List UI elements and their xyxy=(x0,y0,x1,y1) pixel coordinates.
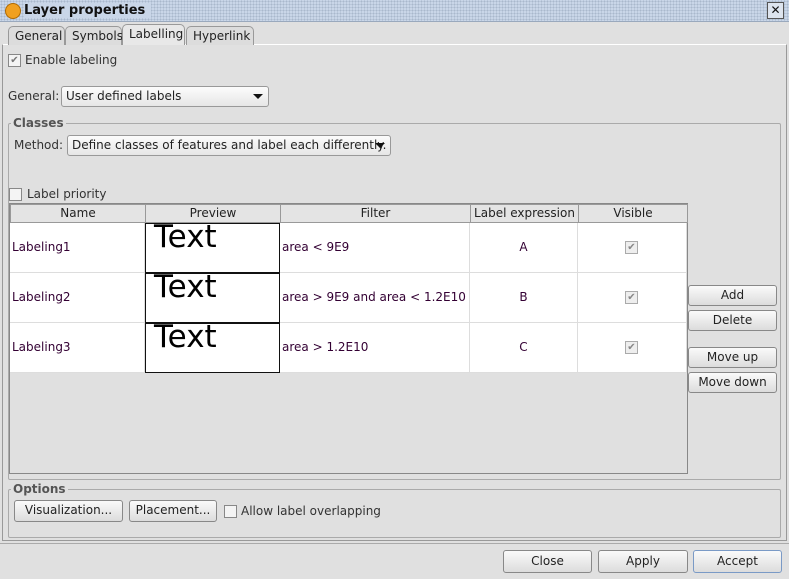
cell-label-expression: B xyxy=(470,273,578,323)
cell-preview[interactable]: Text xyxy=(145,273,280,323)
visible-checkbox[interactable]: ✔ xyxy=(625,241,638,254)
enable-labeling-label: Enable labeling xyxy=(25,53,118,67)
tab-general[interactable]: General xyxy=(8,26,65,45)
method-label: Method: xyxy=(14,138,64,152)
allow-overlap-checkbox[interactable] xyxy=(224,505,237,518)
close-window-button[interactable]: ✕ xyxy=(767,2,784,19)
tab-symbols[interactable]: Symbols xyxy=(65,26,123,45)
accept-button[interactable]: Accept xyxy=(693,550,782,573)
column-header-label-expression[interactable]: Label expression xyxy=(470,204,579,223)
cell-filter: area > 9E9 and area < 1.2E10 xyxy=(280,273,470,323)
close-button[interactable]: Close xyxy=(503,550,592,573)
cell-name: Labeling2 xyxy=(10,273,145,323)
method-select-value: Define classes of features and label eac… xyxy=(72,138,387,152)
label-priority-checkbox[interactable] xyxy=(9,188,22,201)
window-title: Layer properties xyxy=(24,3,152,18)
tab-hyperlink[interactable]: Hyperlink xyxy=(186,26,254,45)
visible-checkbox[interactable]: ✔ xyxy=(625,341,638,354)
cell-label-expression: A xyxy=(470,223,578,273)
general-select-value: User defined labels xyxy=(66,89,182,103)
chevron-down-icon xyxy=(253,94,263,99)
footer-divider xyxy=(0,543,789,544)
tab-labelling[interactable]: Labelling xyxy=(122,24,185,45)
cell-name: Labeling1 xyxy=(10,223,145,273)
cell-filter: area < 9E9 xyxy=(280,223,470,273)
cell-visible: ✔ xyxy=(578,273,687,323)
visible-checkbox[interactable]: ✔ xyxy=(625,291,638,304)
cell-name: Labeling3 xyxy=(10,323,145,373)
classes-title: Classes xyxy=(11,116,66,130)
placement-button[interactable]: Placement... xyxy=(129,500,217,522)
cell-preview[interactable]: Text xyxy=(145,223,280,273)
options-group xyxy=(8,489,781,538)
general-label: General: xyxy=(8,89,60,103)
options-title: Options xyxy=(11,482,68,496)
delete-button[interactable]: Delete xyxy=(688,310,777,331)
classes-table: Name Preview Filter Label expression Vis… xyxy=(9,203,688,474)
cell-visible: ✔ xyxy=(578,323,687,373)
cell-preview[interactable]: Text xyxy=(145,323,280,373)
visualization-button[interactable]: Visualization... xyxy=(14,500,123,522)
column-header-name[interactable]: Name xyxy=(10,204,146,223)
method-select[interactable]: Define classes of features and label eac… xyxy=(67,135,391,156)
cell-label-expression: C xyxy=(470,323,578,373)
app-icon xyxy=(5,3,21,19)
column-header-visible[interactable]: Visible xyxy=(578,204,688,223)
allow-overlap-label: Allow label overlapping xyxy=(241,504,381,518)
move-down-button[interactable]: Move down xyxy=(688,372,777,393)
general-select[interactable]: User defined labels xyxy=(61,86,269,107)
add-button[interactable]: Add xyxy=(688,285,777,306)
move-up-button[interactable]: Move up xyxy=(688,347,777,368)
column-header-preview[interactable]: Preview xyxy=(145,204,281,223)
apply-button[interactable]: Apply xyxy=(598,550,688,573)
label-priority-label: Label priority xyxy=(27,187,107,201)
cell-filter: area > 1.2E10 xyxy=(280,323,470,373)
column-header-filter[interactable]: Filter xyxy=(280,204,471,223)
enable-labeling-checkbox[interactable]: ✔ xyxy=(8,54,21,67)
cell-visible: ✔ xyxy=(578,223,687,273)
chevron-down-icon xyxy=(375,143,385,148)
